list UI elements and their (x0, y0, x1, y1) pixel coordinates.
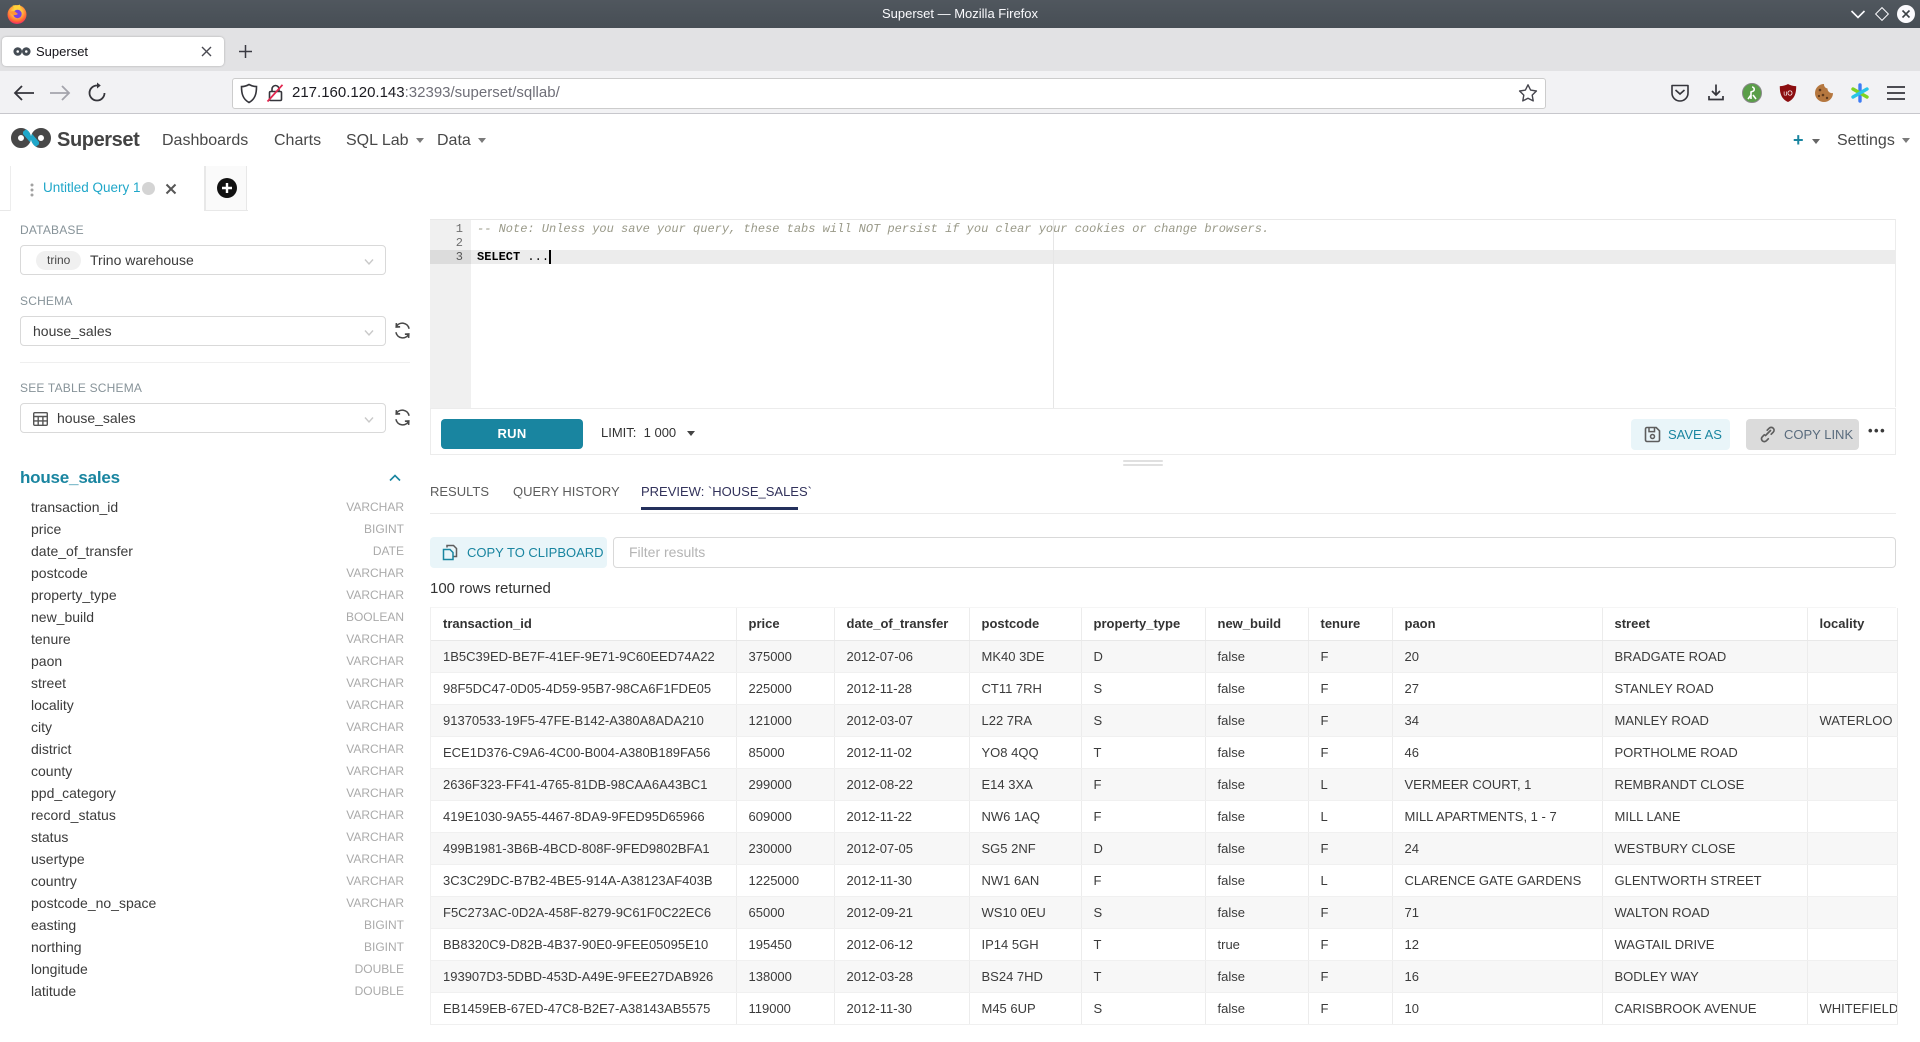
svg-text:uO: uO (1783, 91, 1793, 98)
